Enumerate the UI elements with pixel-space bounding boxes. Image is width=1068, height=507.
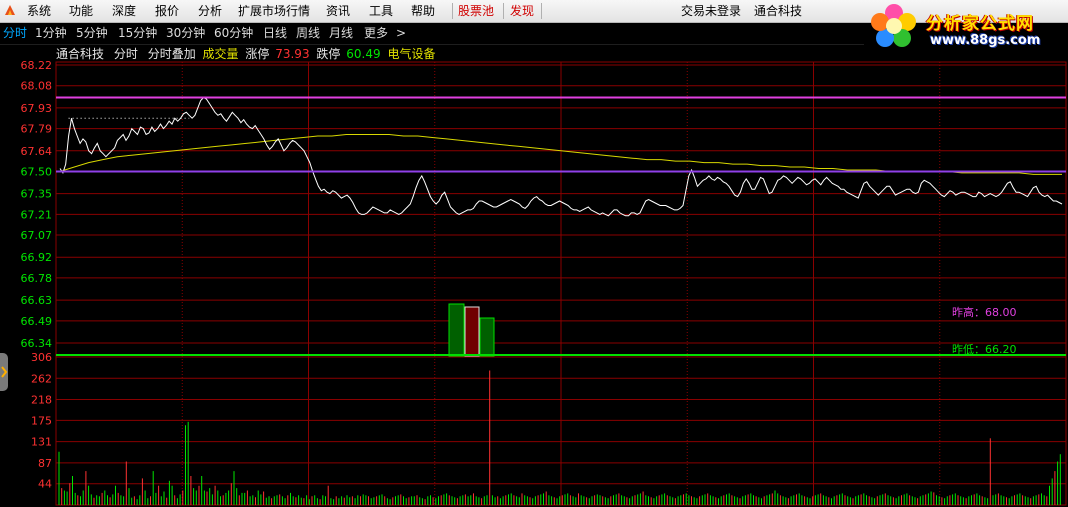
intraday-chart[interactable]: 68.22 68.08 67.93 67.79 67.64 67.50 67.35 67.21… <box>0 0 1068 507</box>
price-tick-label: 67.93 <box>21 102 53 115</box>
price-tick-label: 67.50 <box>21 165 53 178</box>
price-tick-label: 66.34 <box>21 337 53 350</box>
volume-tick-label: 44 <box>38 478 52 491</box>
price-tick-label: 67.79 <box>21 123 53 136</box>
price-tick-label: 67.07 <box>21 229 53 242</box>
volume-tick-label: 306 <box>31 351 52 364</box>
price-tick-label: 66.49 <box>21 315 53 328</box>
volume-tick-label: 87 <box>38 457 52 470</box>
price-tick-label: 66.92 <box>21 251 53 264</box>
price-tick-label: 67.21 <box>21 208 53 221</box>
volume-tick-label: 175 <box>31 414 52 427</box>
price-tick-label: 68.08 <box>21 80 53 93</box>
yesterday-high-label: 昨高：68.00 <box>952 305 1017 319</box>
volume-tick-label: 131 <box>31 436 52 449</box>
mini-candle-up <box>448 303 465 357</box>
yesterday-low-label: 昨低：66.20 <box>952 343 1017 356</box>
price-tick-label: 68.22 <box>21 59 53 72</box>
price-tick-label: 67.35 <box>21 188 53 201</box>
mini-candle-down <box>464 306 480 357</box>
price-tick-label: 66.78 <box>21 272 53 285</box>
volume-tick-label: 218 <box>31 394 52 407</box>
mini-candle-up <box>479 317 495 357</box>
price-tick-label: 66.63 <box>21 294 53 307</box>
volume-tick-label: 262 <box>31 372 52 385</box>
price-tick-label: 67.64 <box>21 145 53 158</box>
